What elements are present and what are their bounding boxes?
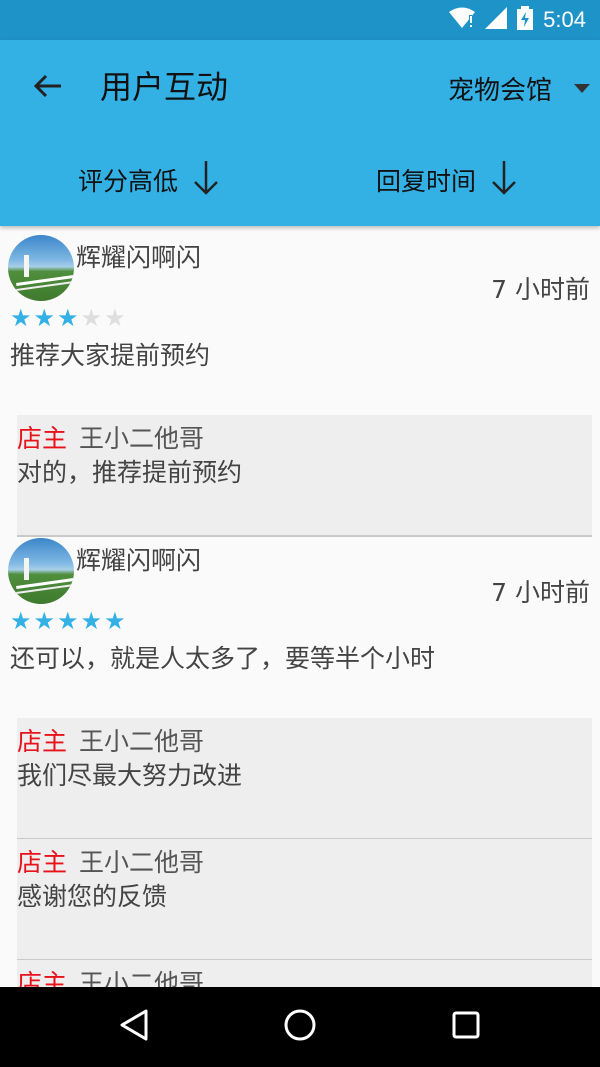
owner-tag: 店主 [17, 424, 68, 453]
avatar[interactable] [8, 538, 74, 604]
reply-item: 店主 王小二他哥 感谢您的反馈 [17, 839, 592, 961]
review-time: 7 小时前 [491, 578, 590, 607]
status-icons: 5:04 [449, 0, 586, 40]
sort-rating-label: 评分高低 [78, 167, 179, 196]
reply-header: 店主 王小二他哥 [17, 843, 204, 879]
reply-header: 店主 王小二他哥 [17, 419, 204, 455]
star-icon: ★ [80, 607, 103, 635]
sort-reply-time-label: 回复时间 [376, 167, 477, 196]
nav-recents-icon [452, 1011, 480, 1043]
review-username: 辉耀闪啊闪 [76, 243, 202, 272]
dropdown-icon [574, 79, 590, 98]
star-icon: ★ [10, 304, 32, 332]
app-bar: 用户互动 宠物会馆 评分高低 回复时间 [0, 40, 600, 226]
star-icon: ★ [57, 607, 79, 635]
reply-text: 对的，推荐提前预约 [17, 458, 243, 487]
arrow-down-icon [490, 160, 518, 200]
signal-icon [485, 7, 508, 33]
rating-stars: ★ ★ ★ ★ ★ [10, 306, 126, 330]
battery-icon [517, 6, 534, 34]
arrow-down-icon [192, 160, 220, 200]
nav-recents-button[interactable] [426, 987, 506, 1067]
reply-header: 店主 王小二他哥 [17, 722, 204, 758]
reply-text: 我们尽最大努力改进 [17, 761, 243, 790]
shop-selector[interactable]: 宠物会馆 [448, 66, 590, 110]
review-text: 还可以，就是人太多了，要等半个小时 [10, 644, 436, 673]
reply-item: 店主 王小二他哥 [17, 960, 592, 987]
review-list[interactable]: 辉耀闪啊闪 7 小时前 ★ ★ ★ ★ ★ 推荐大家提前预约 店主 王小二他哥 对… [0, 226, 600, 987]
owner-name: 王小二他哥 [79, 969, 205, 987]
nav-back-icon [119, 1009, 149, 1045]
back-arrow-icon [33, 73, 63, 103]
page-title: 用户互动 [100, 68, 229, 106]
star-icon: ★ [33, 304, 56, 332]
reply-item: 店主 王小二他哥 我们尽最大努力改进 [17, 718, 592, 840]
system-nav-bar [0, 987, 600, 1067]
rating-stars: ★ ★ ★ ★ ★ [10, 609, 126, 633]
owner-tag: 店主 [17, 848, 68, 877]
sort-by-reply-time-button[interactable]: 回复时间 [376, 155, 518, 205]
nav-home-button[interactable] [260, 987, 340, 1067]
star-icon: ★ [104, 607, 126, 635]
owner-tag: 店主 [17, 727, 68, 756]
reply-item: 店主 王小二他哥 对的，推荐提前预约 [17, 415, 592, 537]
reply-text: 感谢您的反馈 [17, 882, 168, 911]
review-text: 推荐大家提前预约 [10, 341, 211, 370]
star-icon: ★ [80, 304, 103, 332]
star-icon: ★ [10, 607, 32, 635]
sort-by-rating-button[interactable]: 评分高低 [78, 155, 220, 205]
owner-name: 王小二他哥 [79, 848, 205, 877]
owner-name: 王小二他哥 [79, 727, 205, 756]
review-username: 辉耀闪啊闪 [76, 546, 202, 575]
star-icon: ★ [33, 607, 56, 635]
status-bar: 5:04 [0, 0, 600, 40]
back-button[interactable] [24, 68, 72, 108]
owner-tag: 店主 [17, 969, 68, 987]
nav-home-icon [283, 1008, 317, 1046]
wifi-icon [449, 7, 476, 33]
star-icon: ★ [57, 304, 79, 332]
owner-name: 王小二他哥 [79, 424, 205, 453]
shop-name: 宠物会馆 [447, 75, 552, 106]
status-time: 5:04 [543, 7, 586, 32]
reply-header: 店主 王小二他哥 [17, 964, 204, 987]
avatar[interactable] [8, 235, 74, 301]
star-icon: ★ [104, 304, 126, 332]
review-time: 7 小时前 [491, 275, 590, 304]
sort-bar: 评分高低 回复时间 [0, 155, 600, 205]
nav-back-button[interactable] [94, 987, 174, 1067]
